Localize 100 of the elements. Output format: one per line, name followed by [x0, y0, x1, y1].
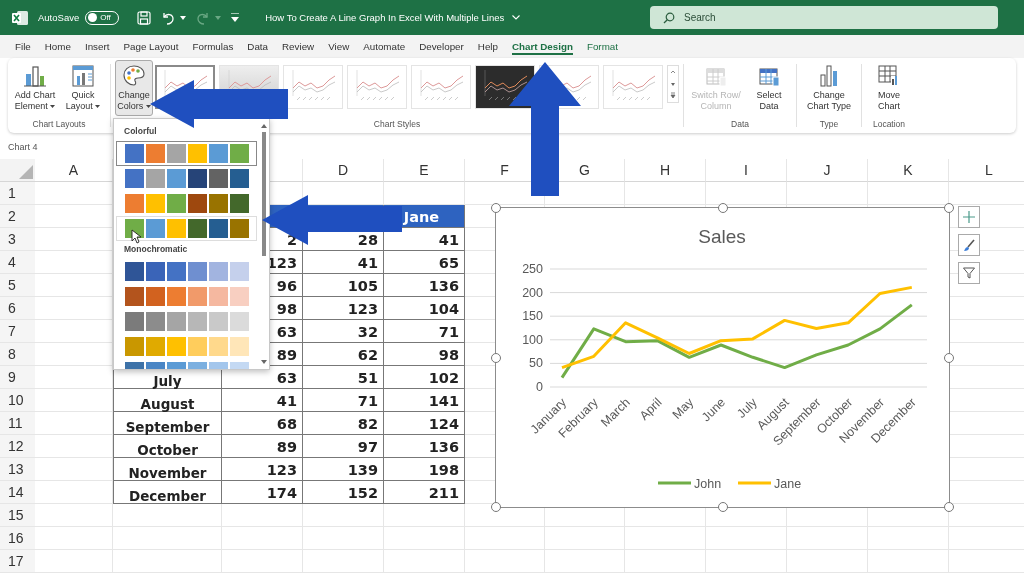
ribbon-tab[interactable]: Data	[247, 35, 269, 58]
table-cell: 141	[384, 389, 465, 412]
row-header[interactable]: 17	[0, 550, 35, 573]
ribbon-tab[interactable]: Automate	[363, 35, 406, 58]
chart-style-thumbnail[interactable]	[603, 65, 663, 109]
row-header[interactable]: 3	[0, 228, 35, 251]
table-cell: 65	[384, 251, 465, 274]
table-cell: 123	[222, 458, 303, 481]
table-cell: 51	[303, 366, 384, 389]
table-cell: 68	[222, 412, 303, 435]
table-cell: 198	[384, 458, 465, 481]
row-header[interactable]: 1	[0, 182, 35, 205]
axis-tick-label: 250	[522, 262, 543, 276]
caret-icon	[50, 105, 56, 109]
row-header[interactable]: 15	[0, 504, 35, 527]
row-header[interactable]: 9	[0, 366, 35, 389]
ribbon-tab[interactable]: Review	[282, 35, 315, 58]
table-cell: 97	[303, 435, 384, 458]
axis-tick-label: 50	[529, 356, 543, 371]
color-palette-option[interactable]	[116, 141, 257, 166]
resize-handle[interactable]	[944, 502, 954, 512]
autosave-label: AutoSave	[38, 12, 80, 23]
row-header[interactable]: 13	[0, 458, 35, 481]
table-cell: 136	[384, 274, 465, 297]
resize-handle[interactable]	[491, 502, 501, 512]
chart-style-thumbnail[interactable]	[347, 65, 407, 109]
axis-tick-label: 100	[522, 332, 543, 347]
ribbon-tab[interactable]: Insert	[84, 35, 110, 58]
table-cell: 174	[222, 481, 303, 504]
chart-style-thumbnail[interactable]	[283, 65, 343, 109]
table-cell: 136	[384, 435, 465, 458]
add-chart-element-button[interactable]: Add Chart Element	[12, 60, 58, 116]
resize-handle[interactable]	[944, 203, 954, 213]
table-cell: 89	[222, 435, 303, 458]
ribbon-tab[interactable]: View	[328, 35, 350, 58]
axis-tick-label: 150	[522, 309, 543, 324]
change-colors-button[interactable]: Change Colors	[115, 60, 153, 116]
group-label: Chart Styles	[373, 119, 421, 131]
chart-element-icon	[23, 64, 47, 88]
ribbon-tab[interactable]: Home	[44, 35, 71, 58]
table-cell: 41	[384, 228, 465, 251]
group-label: Data	[731, 119, 749, 131]
ribbon-tab[interactable]: Help	[477, 35, 498, 58]
legend-line	[738, 481, 771, 485]
row-header[interactable]: 16	[0, 527, 35, 550]
table-cell: 139	[303, 458, 384, 481]
table-cell: July	[113, 366, 222, 389]
legend-label: Jane	[774, 477, 802, 491]
row-header[interactable]: 12	[0, 435, 35, 458]
move-chart-button[interactable]: Move Chart	[866, 60, 912, 116]
table-cell: 71	[384, 320, 465, 343]
group-label: Location	[872, 119, 906, 131]
scroll-up-icon[interactable]	[260, 122, 268, 130]
chart-elements-button[interactable]	[958, 206, 980, 228]
table-cell: 32	[303, 320, 384, 343]
table-cell: September	[113, 412, 222, 435]
group-label: Chart Layouts	[32, 119, 86, 131]
select-data-button[interactable]: Select Data	[746, 60, 792, 116]
ribbon-tab[interactable]: Format	[586, 35, 618, 58]
scroll-down-icon[interactable]	[260, 358, 268, 366]
resize-handle[interactable]	[491, 352, 501, 363]
row-header[interactable]: 2	[0, 205, 35, 228]
quick-layout-button[interactable]: Quick Layout	[60, 60, 106, 116]
row-header[interactable]: 6	[0, 297, 35, 320]
redo-icon[interactable]	[196, 10, 211, 25]
ribbon-tab[interactable]: Formulas	[192, 35, 234, 58]
row-header[interactable]: 5	[0, 274, 35, 297]
legend-line	[658, 481, 691, 485]
chart-style-thumbnail[interactable]	[411, 65, 471, 109]
category-label: May	[669, 395, 697, 422]
chevron-down-icon[interactable]	[512, 15, 521, 20]
chart-styles-button[interactable]	[958, 234, 980, 256]
row-header[interactable]: 14	[0, 481, 35, 504]
ribbon-tab[interactable]: Developer	[419, 35, 464, 58]
row-header[interactable]: 4	[0, 251, 35, 274]
chart-filters-button[interactable]	[958, 262, 980, 284]
document-title[interactable]: How To Create A Line Graph In Excel With Multiple Lines	[265, 12, 505, 23]
row-header[interactable]: 8	[0, 343, 35, 366]
caret-icon[interactable]	[180, 15, 187, 20]
scrollbar-thumb[interactable]	[262, 132, 266, 256]
table-cell: 102	[384, 366, 465, 389]
row-header[interactable]: 10	[0, 389, 35, 412]
search-field[interactable]: Search	[650, 6, 998, 29]
save-icon[interactable]	[137, 10, 152, 25]
palette-icon	[122, 64, 146, 88]
resize-handle[interactable]	[717, 502, 728, 512]
ribbon-tab[interactable]: File	[15, 35, 31, 58]
resize-handle[interactable]	[717, 203, 728, 213]
ribbon-tab[interactable]: Page Layout	[123, 35, 179, 58]
table-cell: 123	[303, 297, 384, 320]
undo-icon[interactable]	[161, 10, 176, 25]
excel-logo-icon	[12, 10, 28, 25]
customize-icon[interactable]	[231, 13, 240, 22]
name-box[interactable]: Chart 4	[8, 142, 38, 152]
ribbon-tab[interactable]: Chart Design	[511, 35, 573, 58]
resize-handle[interactable]	[491, 203, 501, 213]
resize-handle[interactable]	[944, 352, 954, 363]
row-header[interactable]: 11	[0, 412, 35, 435]
row-header[interactable]: 7	[0, 320, 35, 343]
change-chart-type-button[interactable]: Change Chart Type	[801, 60, 857, 116]
